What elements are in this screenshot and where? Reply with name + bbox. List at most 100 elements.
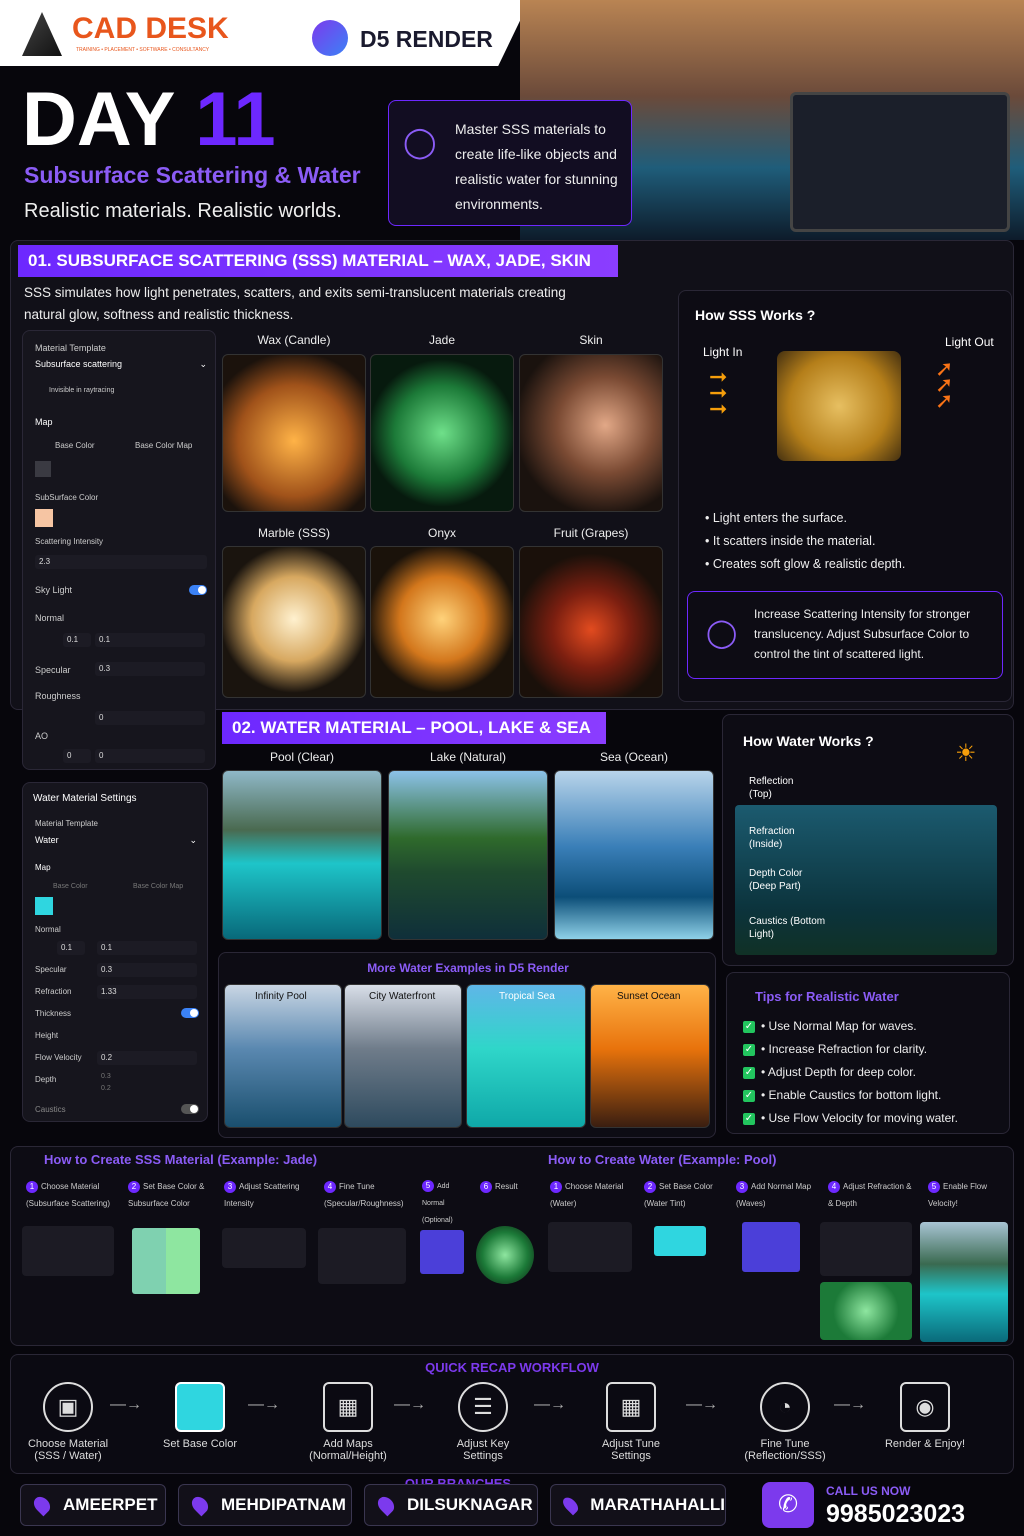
water-heading: 02. WATER MATERIAL – POOL, LAKE & SEA [222,712,606,744]
step-thumb-normal [420,1230,464,1274]
sunset-ocean-image: Sunset Ocean [590,984,710,1128]
template-label: Material Template [35,343,106,353]
invisible-checkbox[interactable]: Invisible in raytracing [49,387,114,394]
tab-base-color[interactable]: Base Color [55,441,95,450]
sample-label: Fruit (Grapes) [553,526,629,540]
chevron-down-icon: ⌄ [189,835,197,845]
sample-label: Marble (SSS) [257,526,331,540]
template-select[interactable]: Subsurface scattering ⌄ [35,359,207,370]
check-icon: ✓ [743,1020,755,1033]
sss-step: 2 Set Base Color & Subsurface Color [128,1181,205,1208]
specular-label: Specular [35,965,67,974]
water-sample-label: Lake (Natural) [429,750,507,764]
tip-item: ✓ • Use Flow Velocity for moving water. [743,1111,958,1125]
subsurface-color-swatch[interactable] [35,509,53,527]
reflection-label: Reflection (Top) [749,776,794,800]
step-thumb-water-normal [742,1222,800,1272]
infinity-pool-image: Infinity Pool [224,984,342,1128]
bullet-item: • Creates soft glow & realistic depth. [705,557,906,571]
scattering-intensity-input[interactable]: 2.3 [35,555,207,569]
map-section[interactable]: Map [35,863,51,872]
ao-input-b[interactable]: 0 [95,749,205,763]
refraction-label: Refraction [35,987,72,996]
scattering-intensity-label: Scattering Intensity [35,537,104,546]
water-color-swatch[interactable] [35,897,53,915]
step-thumb-scatter [222,1228,306,1268]
callout-text: Master SSS materials to create life-like… [455,121,618,212]
water-tips-panel: Tips for Realistic Water ✓ • Use Normal M… [726,972,1010,1134]
normal-input-b[interactable]: 0.1 [97,941,197,955]
water-sample-label: Sea (Ocean) [599,750,669,764]
light-out-arrows-icon: ➚ ➚ ➚ [935,356,954,413]
specular-label: Specular [35,665,71,675]
template-select[interactable]: Water ⌄ [35,835,197,846]
flow-velocity-input[interactable]: 0.2 [97,1051,197,1065]
bullet-item: • Light enters the surface. [705,511,847,525]
base-color-swatch[interactable] [35,461,51,477]
water-step: 5 Enable Flow Velocity! [928,1181,988,1208]
branch-mehdipatnam[interactable]: MEHDIPATNAM [178,1484,352,1526]
step-thumb-colors [132,1228,200,1294]
tip-item: ✓ • Adjust Depth for deep color. [743,1065,916,1079]
lightbulb-icon: ◯ [403,126,437,159]
pool-image [222,770,382,940]
step-thumb-caustics [820,1222,912,1276]
ao-input-a[interactable]: 0 [63,749,91,763]
phone-number[interactable]: 9985023023 [826,1500,965,1529]
marble-image [222,546,366,698]
lake-image [388,770,548,940]
how-sss-title: How SSS Works ? [695,307,816,323]
arrow-right-icon: —→ [394,1396,426,1413]
sky-light-toggle[interactable] [189,585,207,595]
map-section[interactable]: Map [35,417,53,427]
sss-step: 5 Add Normal (Optional) [422,1180,453,1224]
branch-dilsuknagar[interactable]: DILSUKNAGAR [364,1484,538,1526]
sss-tip-box: ◯ Increase Scattering Intensity for stro… [687,591,1003,679]
aperture-icon: ◔ [760,1382,810,1432]
branch-marathahalli[interactable]: MARATHAHALLI [550,1484,726,1526]
location-pin-icon [560,1494,581,1516]
tab-base-color-map[interactable]: Base Color Map [133,883,183,890]
check-icon: ✓ [743,1066,755,1079]
call-label: CALL US NOW [826,1484,911,1498]
normal-label: Normal [35,925,61,934]
step-thumb-water-template [548,1222,632,1272]
normal-input-a[interactable]: 0.1 [57,941,85,955]
tip-item: ✓ • Enable Caustics for bottom light. [743,1088,942,1102]
refraction-input[interactable]: 1.33 [97,985,197,999]
water-steps-title: How to Create Water (Example: Pool) [548,1152,777,1167]
arrow-right-icon: —→ [686,1396,718,1413]
color-swatch-icon [175,1382,225,1432]
arrow-right-icon: —→ [534,1396,566,1413]
flow-velocity-label: Flow Velocity [35,1053,82,1062]
logo-tagline: TRAINING • PLACEMENT • SOFTWARE • CONSUL… [76,47,210,53]
day-label: DAY 11 [22,77,276,162]
roughness-input[interactable]: 0 [95,711,205,725]
depth-label: Depth [35,1075,57,1084]
tab-base-color[interactable]: Base Color [53,883,88,890]
tab-base-color-map[interactable]: Base Color Map [135,441,192,450]
sss-step: 6 Result [480,1178,536,1195]
caustics-toggle[interactable] [181,1104,199,1114]
camera-icon: ◉ [900,1382,950,1432]
normal-input-a[interactable]: 0.1 [63,633,91,647]
sss-settings-panel: Material Template Subsurface scattering ⌄… [22,330,216,770]
sliders-icon: ☰ [458,1382,508,1432]
branch-ameerpet[interactable]: AMEERPET [20,1484,166,1526]
ao-label: AO [35,731,49,741]
phone-icon[interactable]: ✆ [762,1482,814,1528]
specular-input[interactable]: 0.3 [95,662,205,676]
depth-value-b: 0.2 [101,1085,111,1092]
tip-item: ✓ • Use Normal Map for waves. [743,1019,917,1033]
city-waterfront-image: City Waterfront [344,984,462,1128]
step-thumb-pool [920,1222,1008,1342]
thickness-toggle[interactable] [181,1008,199,1018]
step-thumb-water-result [820,1282,912,1340]
recap-step-choose: ▣ Choose Material (SSS / Water) [20,1382,116,1462]
example-label: City Waterfront [369,991,436,1002]
normal-input-b[interactable]: 0.1 [95,633,205,647]
logo-name: CAD DESK [72,12,229,45]
jade-image [370,354,514,512]
specular-input[interactable]: 0.3 [97,963,197,977]
example-label: Infinity Pool [255,991,307,1002]
